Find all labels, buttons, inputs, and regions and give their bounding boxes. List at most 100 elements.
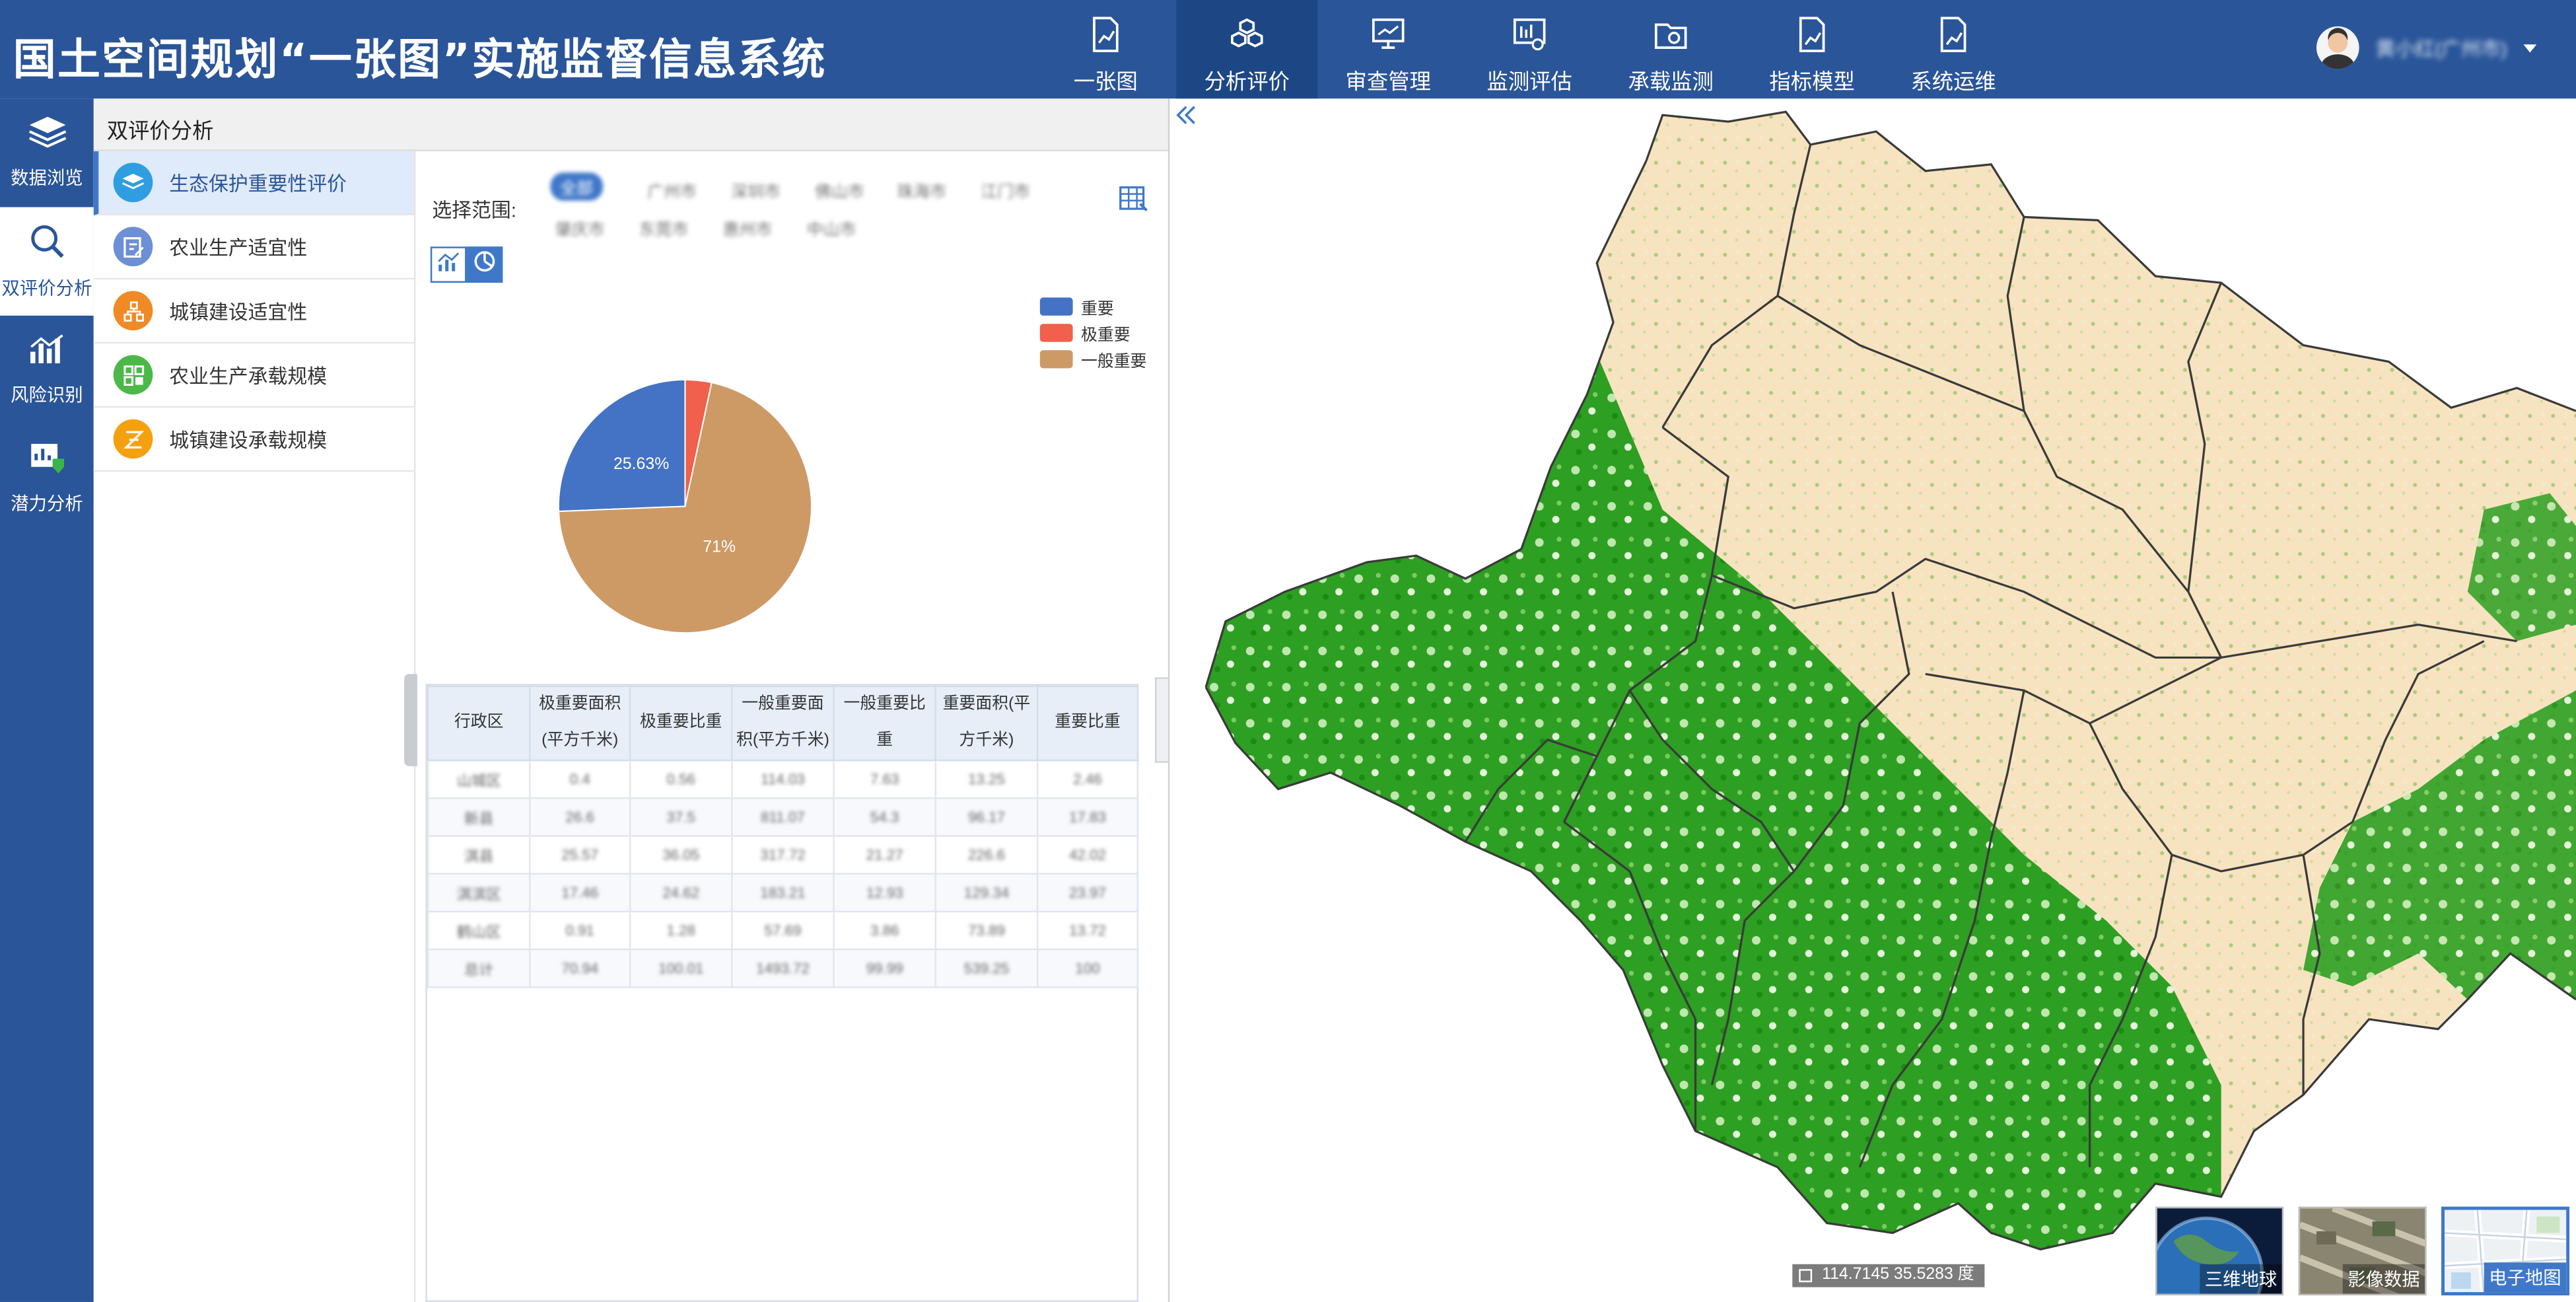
nav-item-review[interactable]: 审查管理 (1317, 0, 1459, 98)
legend-item[interactable]: 一般重要 (1039, 345, 1147, 372)
rail-item-risk[interactable]: 风险识别 (0, 316, 94, 424)
table-row[interactable]: 山城区 0.4 0.56 114.03 7.63 13.25 2.46 (427, 759, 1139, 799)
table-view-icon[interactable] (1119, 184, 1148, 214)
range-option[interactable]: 东莞市 (639, 215, 689, 240)
table-cell: 淇县 (427, 835, 531, 875)
nav-item-analysis[interactable]: 分析评价 (1176, 0, 1318, 99)
panel-collapse-handle[interactable] (404, 674, 417, 766)
legend-swatch (1039, 323, 1073, 342)
table-cell-value: 317.72 (760, 846, 806, 863)
nav-item-monitor-eval[interactable]: 监测评估 (1459, 0, 1600, 98)
table-cell: 23.97 (1036, 873, 1139, 913)
submenu-label: 城镇建设承载规模 (169, 428, 328, 452)
nav-label: 承载监测 (1628, 69, 1714, 94)
analysis-content: 选择范围: 全部 广州市 深圳市 佛山市 珠海市 江门市 肇庆市 东莞市 惠州市… (415, 151, 1168, 1302)
cubes-icon (1227, 13, 1267, 56)
rail-item-dual-eval[interactable]: 双评价分析 (0, 207, 94, 316)
legend-label: 极重要 (1081, 326, 1131, 345)
nav-item-one-map[interactable]: 一张图 (1035, 0, 1176, 98)
bar-chart-toggle[interactable] (430, 246, 467, 283)
range-option[interactable]: 深圳市 (731, 178, 781, 202)
table-row[interactable]: 新县 26.6 37.5 811.07 54.3 96.17 17.83 (427, 797, 1139, 837)
table-cell: 42.02 (1036, 835, 1139, 875)
range-option[interactable]: 广州市 (647, 178, 697, 202)
submenu-item-eco-importance[interactable]: 生态保护重要性评价 (93, 151, 414, 216)
rail-item-data-browse[interactable]: 数据浏览 (0, 98, 94, 207)
nav-item-ops[interactable]: 系统运维 (1883, 0, 2024, 98)
submenu-item-urban-suitability[interactable]: 城镇建设适宜性 (93, 279, 414, 344)
table-row[interactable]: 总计 70.94 100.01 1493.72 99.99 539.25 100 (427, 948, 1139, 988)
table-cell: 1493.72 (731, 948, 835, 988)
double-chevron-left-icon[interactable] (1175, 104, 1198, 127)
panel-header: 双评价分析 (93, 98, 1170, 151)
table-cell-value: 21.27 (866, 846, 903, 863)
nav-label: 监测评估 (1486, 69, 1572, 94)
column-header[interactable]: 重要比重 (1036, 685, 1139, 762)
table-row[interactable]: 淇县 25.57 36.05 317.72 21.27 226.6 42.02 (427, 835, 1139, 875)
shield-chart-icon (27, 441, 67, 485)
submenu-item-agri-suitability[interactable]: 农业生产适宜性 (93, 215, 414, 280)
basemap-imagery[interactable]: 影像数据 (2298, 1206, 2427, 1296)
range-option[interactable]: 全部 (550, 172, 604, 201)
table-cell-value: 129.34 (963, 884, 1010, 901)
table-cell: 12.93 (833, 873, 937, 913)
pie-chart-toggle[interactable] (466, 246, 503, 283)
eco-importance-map (1204, 110, 2576, 1251)
submenu-item-urban-capacity[interactable]: 城镇建设承载规模 (93, 408, 414, 472)
table-cell-value: 54.3 (870, 809, 899, 826)
legend-item[interactable]: 极重要 (1039, 319, 1147, 345)
doc-chart-icon (1933, 13, 1973, 56)
submenu-item-agri-capacity[interactable]: 农业生产承载规模 (93, 344, 414, 408)
table-cell-value: 183.21 (760, 884, 806, 901)
avatar (2316, 26, 2359, 69)
basemap-3d-globe[interactable]: 三维地球 (2155, 1206, 2284, 1296)
map-doc-icon (1086, 13, 1126, 56)
table-cell: 100 (1036, 948, 1139, 988)
table-cell-value: 0.4 (569, 771, 590, 788)
search-icon (27, 222, 67, 270)
bar-chart-icon (437, 249, 460, 280)
column-header[interactable]: 一般重要比重 (833, 685, 937, 762)
column-header[interactable]: 一般重要面积(平方千米) (731, 685, 835, 762)
column-header[interactable]: 极重要比重 (629, 685, 733, 762)
basemap-vector[interactable]: 电子地图 (2441, 1206, 2570, 1296)
table-cell: 2.46 (1036, 759, 1139, 799)
nav-item-index-model[interactable]: 指标模型 (1741, 0, 1883, 98)
table-resize-handle[interactable] (1154, 677, 1168, 763)
table-cell: 811.07 (731, 797, 835, 837)
legend-item[interactable]: 重要 (1039, 293, 1147, 319)
range-option[interactable]: 佛山市 (815, 178, 864, 202)
submenu-label: 城镇建设适宜性 (169, 300, 308, 324)
range-option[interactable]: 珠海市 (897, 178, 946, 202)
nav-item-capacity[interactable]: 承载监测 (1600, 0, 1741, 98)
left-rail: 数据浏览 双评价分析 风险识别 潜力分析 (0, 98, 94, 1302)
table-cell-value: 100 (1075, 960, 1100, 977)
column-header[interactable]: 极重要面积(平方千米) (529, 685, 631, 762)
range-option[interactable]: 肇庆市 (555, 215, 605, 240)
table-cell: 鹤山区 (427, 910, 531, 951)
user-menu[interactable]: 黄小红(广州市) (2316, 26, 2537, 69)
table-cell-value: 26.6 (565, 809, 595, 826)
table-cell: 0.91 (529, 910, 631, 951)
pie-slice-0[interactable] (557, 379, 686, 513)
table-row[interactable]: 鹤山区 0.91 1.28 57.69 3.86 73.89 13.72 (427, 910, 1139, 951)
range-option[interactable]: 中山市 (807, 215, 856, 240)
basemap-label: 三维地球 (2200, 1264, 2282, 1294)
panel-title: 双评价分析 (106, 118, 214, 143)
table-cell-value: 1.28 (666, 922, 696, 939)
table-cell: 山城区 (427, 759, 531, 799)
range-option[interactable]: 江门市 (981, 178, 1030, 202)
edit-icon (113, 227, 153, 267)
table-cell: 21.27 (833, 835, 937, 875)
table-cell-value: 17.46 (561, 884, 599, 901)
table-row[interactable]: 淇滨区 17.46 24.62 183.21 12.93 129.34 23.97 (427, 873, 1139, 913)
column-header[interactable]: 行政区 (427, 685, 531, 762)
layers-icon (113, 163, 153, 203)
range-option[interactable]: 惠州市 (723, 215, 773, 240)
map-view[interactable]: 114.7145 35.5283 度 三维地球 影像数据 电子地图 (1169, 98, 2576, 1302)
column-header[interactable]: 重要面积(平方千米) (934, 685, 1039, 762)
rail-item-potential[interactable]: 潜力分析 (0, 424, 94, 532)
nav-label: 指标模型 (1769, 69, 1855, 94)
table-cell: 114.03 (731, 759, 835, 799)
legend-swatch (1039, 349, 1073, 368)
